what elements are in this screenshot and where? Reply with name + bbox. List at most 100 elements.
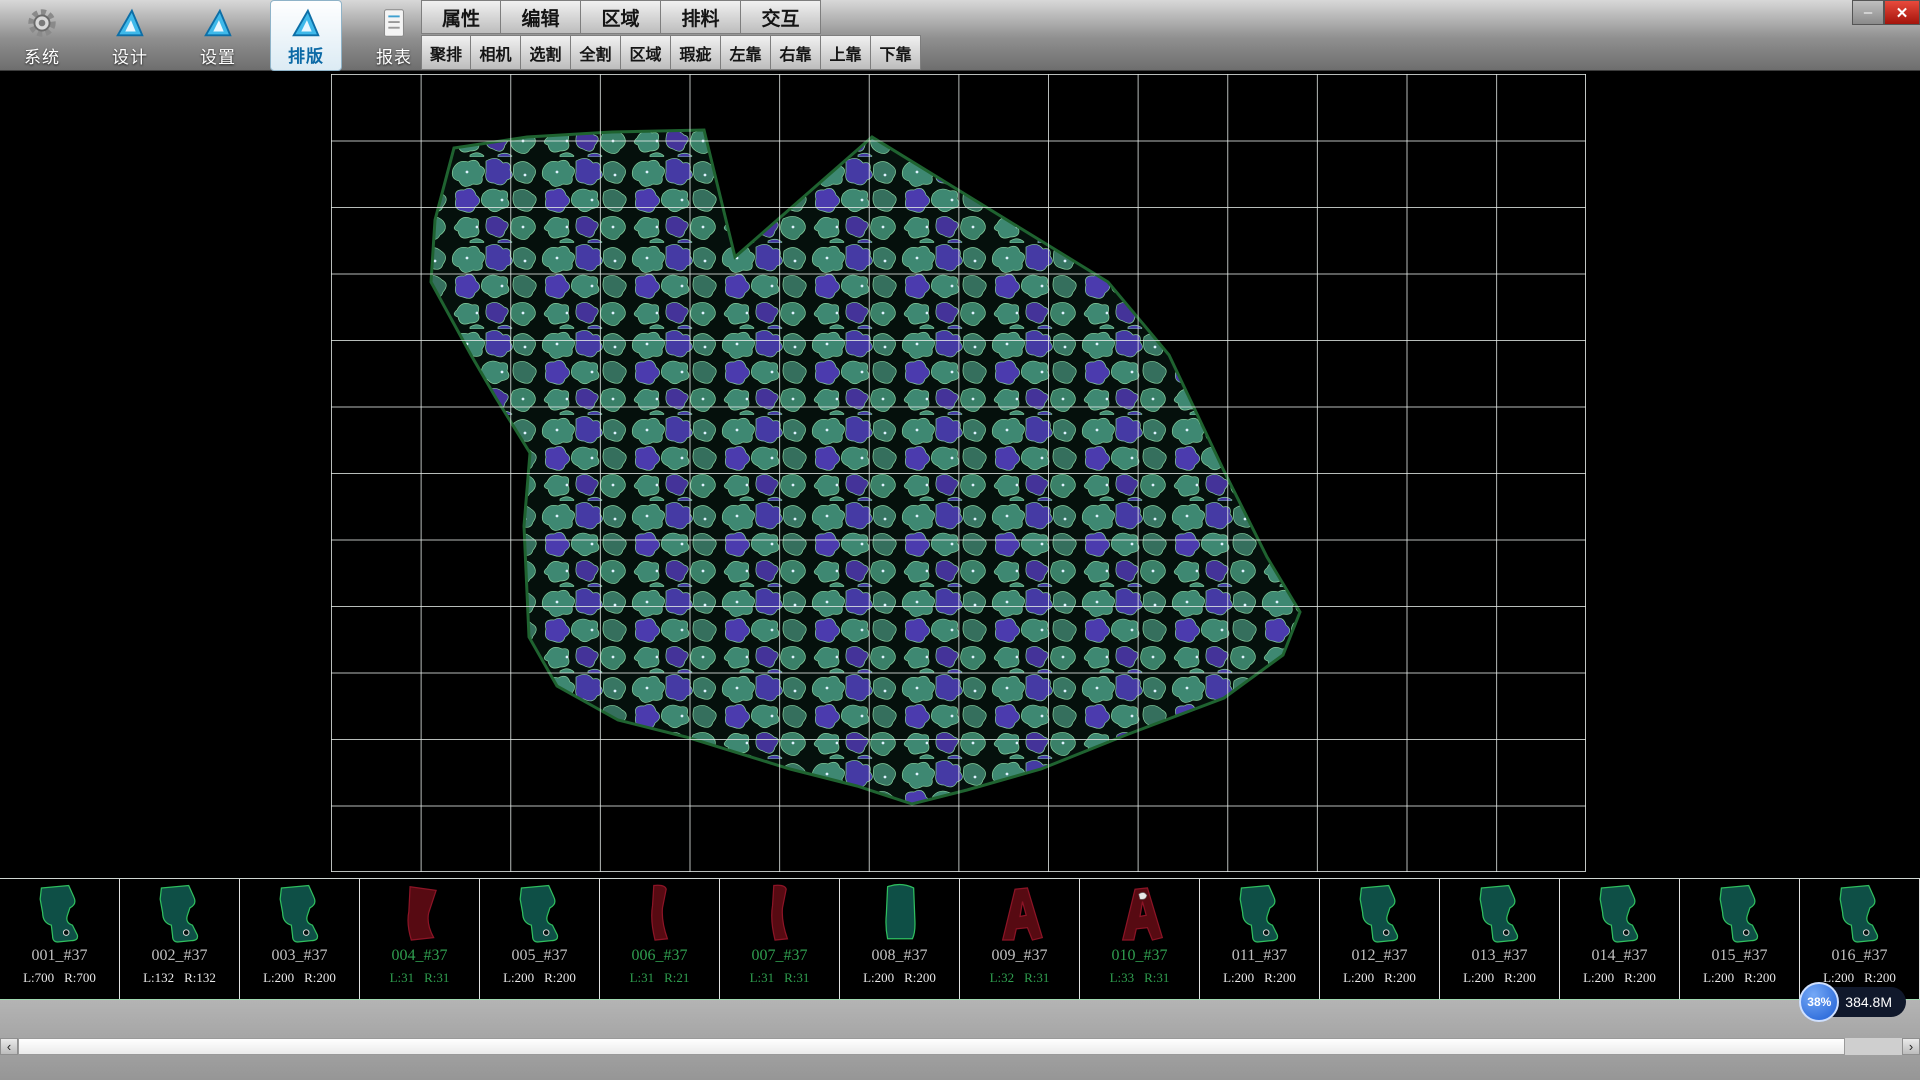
piece-r-value: R:200 [304,970,336,985]
piece-thumb-5[interactable]: 005_#37L:200R:200 [480,879,600,999]
tool-button-8[interactable]: 右靠 [771,35,821,70]
piece-shape-icon [496,883,584,945]
piece-name: 009_#37 [960,947,1079,965]
piece-l-value: L:132 [143,970,174,985]
piece-lr: L:200R:200 [1440,970,1559,986]
piece-thumb-7[interactable]: 007_#37L:31R:31 [720,879,840,999]
layout-tool-icon [288,5,324,40]
piece-thumb-4[interactable]: 004_#37L:31R:31 [360,879,480,999]
piece-thumb-13[interactable]: 013_#37L:200R:200 [1440,879,1560,999]
menu-tab-4[interactable]: 排料 [661,0,741,34]
ribbon-button-report[interactable]: 报表 [358,0,430,71]
close-button[interactable]: ✕ [1884,0,1920,25]
piece-shape-icon [1096,883,1184,945]
ribbon-button-label: 设计 [112,43,148,68]
settings-tool-icon [200,5,236,41]
piece-shape-icon [1816,883,1904,945]
menu-tab-1[interactable]: 属性 [421,0,501,34]
piece-l-value: L:200 [1343,970,1374,985]
piece-l-value: L:700 [23,970,54,985]
ribbon-button-settings[interactable]: 设置 [182,0,254,71]
tool-button-6[interactable]: 瑕疵 [671,35,721,70]
piece-thumb-15[interactable]: 015_#37L:200R:200 [1680,879,1800,999]
piece-thumb-1[interactable]: 001_#37 L:700 R:700 [0,879,120,999]
piece-shape-icon [1336,883,1424,945]
ribbon-button-layout[interactable]: 排版 [270,0,342,71]
menu-tab-5[interactable]: 交互 [741,0,821,34]
piece-shape-icon [856,883,944,945]
piece-thumb-14[interactable]: 014_#37 L:200 R:200 [1560,879,1680,999]
piece-thumb-9[interactable]: 009_#37 L:32R:31 [960,879,1080,999]
piece-name: 008_#37 [840,947,959,965]
piece-thumb-2[interactable]: 002_#37L:132R:132 [120,879,240,999]
piece-l-value: L:200 [1463,970,1494,985]
nesting-canvas[interactable] [0,71,1920,878]
piece-lr: L:700 R:700 [0,970,119,986]
piece-shape-icon [1456,883,1544,945]
progress-badge: 38% 384.8M [1799,982,1906,1022]
piece-shape-icon [1696,883,1784,945]
piece-thumb-16[interactable]: 016_#37L:200R:200 [1800,879,1920,999]
piece-lr: L:200 R:200 [480,970,599,986]
piece-name: 014_#37 [1560,947,1679,965]
piece-name: 011_#37 [1200,947,1319,965]
piece-r-value: R:700 [64,970,96,985]
tool-button-7[interactable]: 左靠 [721,35,771,70]
tool-button-10[interactable]: 下靠 [871,35,921,70]
piece-r-value: R:31 [424,970,449,985]
horizontal-scrollbar[interactable]: ‹ › [0,1038,1920,1055]
piece-strip: 001_#37L:700R:700002_#37L:132R:132003_#3… [0,878,1920,1000]
piece-l-value: L:200 [503,970,534,985]
tool-button-2[interactable]: 相机 [471,35,521,70]
piece-shape-icon [1216,883,1304,945]
scroll-right-arrow[interactable]: › [1902,1038,1920,1055]
piece-r-value: R:200 [544,970,576,985]
piece-thumb-12[interactable]: 012_#37L:200R:200 [1320,879,1440,999]
menu-tab-3[interactable]: 区域 [581,0,661,34]
piece-name: 007_#37 [720,947,839,965]
scrollbar-thumb[interactable] [18,1038,1845,1055]
piece-l-value: L:32 [990,970,1015,985]
ribbon-button-system[interactable]: 系统 [6,0,78,71]
piece-shape-icon [16,883,104,945]
piece-thumb-11[interactable]: 011_#37 L:200 R:200 [1200,879,1320,999]
piece-r-value: R:200 [1744,970,1776,985]
piece-name: 016_#37 [1800,947,1919,965]
minimize-button[interactable]: – [1852,0,1884,25]
piece-lr: L:200R:200 [1680,970,1799,986]
scroll-left-arrow[interactable]: ‹ [0,1038,18,1055]
piece-r-value: R:200 [1624,970,1656,985]
ribbon-button-label: 系统 [24,43,60,68]
piece-thumb-10[interactable]: 010_#37 L:33R:31 [1080,879,1200,999]
scrollbar-track[interactable] [18,1038,1902,1055]
piece-l-value: L:31 [390,970,415,985]
piece-name: 010_#37 [1080,947,1199,965]
piece-name: 001_#37 [0,947,119,965]
piece-l-value: L:200 [263,970,294,985]
ribbon-button-label: 排版 [288,42,324,67]
tool-button-3[interactable]: 选割 [521,35,571,70]
tool-button-5[interactable]: 区域 [621,35,671,70]
main-mode-buttons: 系统 设计 设置 [6,0,430,71]
menu-tab-2[interactable]: 编辑 [501,0,581,34]
piece-thumb-8[interactable]: 008_#37 L:200R:200 [840,879,960,999]
piece-thumb-6[interactable]: 006_#37L:31R:21 [600,879,720,999]
piece-thumb-3[interactable]: 003_#37L:200R:200 [240,879,360,999]
tool-button-9[interactable]: 上靠 [821,35,871,70]
piece-lr: L:32R:31 [960,970,1079,986]
piece-l-value: L:200 [1583,970,1614,985]
piece-shape-icon [136,883,224,945]
piece-lr: L:31R:21 [600,970,719,986]
ribbon-button-design[interactable]: 设计 [94,0,166,71]
window-controls: – ✕ [1852,0,1920,25]
tool-button-4[interactable]: 全割 [571,35,621,70]
tool-button-1[interactable]: 聚排 [421,35,471,70]
piece-r-value: R:200 [1264,970,1296,985]
hide-outline [431,130,1300,804]
piece-shape-icon [1576,883,1664,945]
piece-lr: L:33R:31 [1080,970,1199,986]
piece-l-value: L:200 [1223,970,1254,985]
piece-r-value: R:31 [784,970,809,985]
bottom-bar: ‹ › [0,1000,1920,1080]
piece-lr: L:200R:200 [840,970,959,986]
